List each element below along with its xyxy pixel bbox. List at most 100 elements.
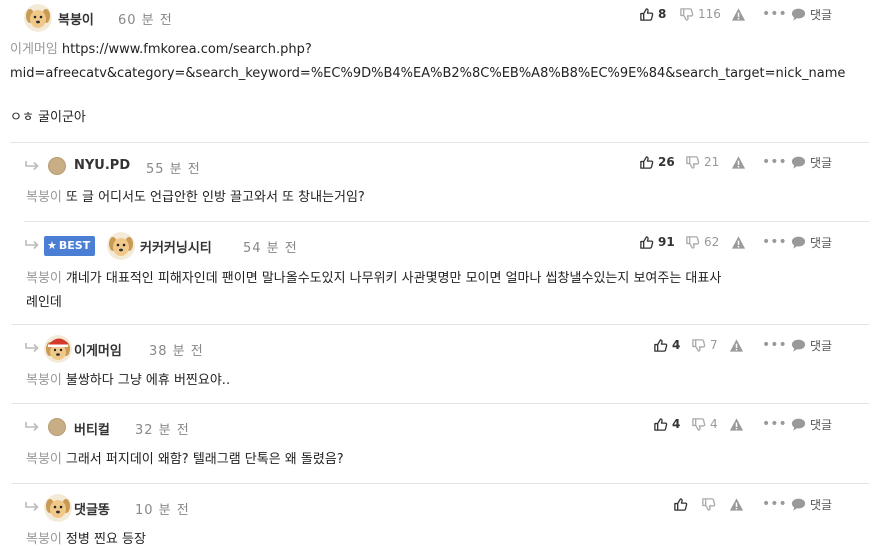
upvote-button[interactable]: 91 <box>639 230 675 254</box>
report-button[interactable] <box>729 492 744 516</box>
comment-author[interactable]: 커커커닝시티 <box>140 237 212 256</box>
comment-text[interactable]: https://www.fmkorea.com/search.php? <box>62 42 312 57</box>
warning-icon <box>731 155 746 170</box>
reply-label: 댓글 <box>810 235 833 250</box>
upvote-count: 4 <box>672 417 681 431</box>
thumb-up-icon <box>639 7 654 22</box>
mention[interactable]: 복붕이 <box>26 373 62 388</box>
reply-arrow-icon <box>24 421 40 433</box>
upvote-button[interactable] <box>673 492 692 516</box>
thumb-down-icon <box>691 338 706 353</box>
divider <box>12 324 869 325</box>
santa-puppy-avatar-icon[interactable] <box>44 335 72 363</box>
comment-author[interactable]: 복붕이 <box>58 9 94 28</box>
downvote-button[interactable]: 4 <box>691 412 718 436</box>
comment-body-line-1: 이게머임 https://www.fmkorea.com/search.php? <box>10 38 312 62</box>
mention[interactable]: 복붕이 <box>26 271 62 286</box>
comment-time: 38 분 전 <box>149 344 204 359</box>
reply-button[interactable]: 댓글 <box>791 2 832 26</box>
reply-button[interactable]: 댓글 <box>791 492 832 516</box>
comment-1: 복붕이 60 분 전 8 116 ••• 댓글 이게머임 https://www.… <box>0 0 869 140</box>
more-options-button[interactable]: ••• <box>762 230 787 254</box>
downvote-button[interactable]: 116 <box>679 2 721 26</box>
comment-5: 버티컬 32 분 전 4 4 ••• 댓글 복붕이 그래서 퍼지데이 왜함? 텔래… <box>0 411 869 481</box>
speech-bubble-icon <box>791 497 806 512</box>
downvote-button[interactable]: 7 <box>691 333 718 357</box>
comment-body-line-2[interactable]: mid=afreecatv&category=&search_keyword=%… <box>10 62 845 86</box>
downvote-count: 62 <box>704 235 720 249</box>
comment-body-line-2: 례인데 <box>26 295 62 310</box>
comment-3: ★ BEST 커커커닝시티 54 분 전 91 62 ••• 댓글 복붕이 걔네가 … <box>0 228 869 322</box>
thumb-up-icon <box>639 235 654 250</box>
reply-label: 댓글 <box>810 155 833 170</box>
thumb-up-icon <box>653 417 668 432</box>
puppy-avatar-icon[interactable] <box>24 4 52 32</box>
downvote-count: 21 <box>704 155 720 169</box>
thumb-down-icon <box>701 497 716 512</box>
warning-icon <box>731 235 746 250</box>
comment-actions: 4 4 ••• 댓글 <box>639 412 869 436</box>
divider <box>24 221 869 222</box>
avatar[interactable] <box>48 157 66 175</box>
upvote-button[interactable]: 26 <box>639 150 675 174</box>
comment-time: 55 분 전 <box>146 162 201 177</box>
reply-button[interactable]: 댓글 <box>791 412 832 436</box>
comment-body: 복붕이 또 글 어디서도 언급안한 인방 끌고와서 또 창내는거임? <box>26 186 365 210</box>
downvote-count: 4 <box>710 417 718 431</box>
thumb-up-icon <box>653 338 668 353</box>
upvote-button[interactable]: 4 <box>653 412 680 436</box>
more-options-button[interactable]: ••• <box>762 2 787 26</box>
downvote-button[interactable]: 21 <box>685 150 719 174</box>
comment-text: 정병 찐요 등장 <box>65 532 146 547</box>
upvote-button[interactable]: 4 <box>653 333 680 357</box>
puppy-avatar-icon[interactable] <box>107 232 135 260</box>
mention[interactable]: 복붕이 <box>26 452 62 467</box>
upvote-count: 26 <box>658 155 675 169</box>
reply-arrow-icon <box>24 342 40 354</box>
speech-bubble-icon <box>791 155 806 170</box>
puppy-avatar-icon[interactable] <box>44 494 72 522</box>
comment-author[interactable]: 버티컬 <box>74 419 110 438</box>
reply-button[interactable]: 댓글 <box>791 230 832 254</box>
reply-button[interactable]: 댓글 <box>791 333 832 357</box>
comment-2: NYU.PD 55 분 전 26 21 ••• 댓글 복붕이 또 글 어디서도 언… <box>0 150 869 220</box>
thumb-down-icon <box>679 7 694 22</box>
warning-icon <box>729 338 744 353</box>
comment-time: 32 분 전 <box>135 423 190 438</box>
upvote-button[interactable]: 8 <box>639 2 666 26</box>
report-button[interactable] <box>731 2 746 26</box>
mention[interactable]: 복붕이 <box>26 532 62 547</box>
comment-body: 복붕이 걔네가 대표적인 피해자인데 팬이면 말나올수도있지 나무위키 사관몇명만… <box>26 267 721 291</box>
reply-label: 댓글 <box>810 417 833 432</box>
comment-text: 불쌍하다 그냥 에휴 버찐요야.. <box>65 373 231 388</box>
thumb-down-icon <box>691 417 706 432</box>
upvote-count: 91 <box>658 235 675 249</box>
speech-bubble-icon <box>791 7 806 22</box>
report-button[interactable] <box>731 230 746 254</box>
comment-author[interactable]: 댓글똥 <box>74 499 110 518</box>
report-button[interactable] <box>729 333 744 357</box>
divider <box>12 403 869 404</box>
thumb-down-icon <box>685 155 700 170</box>
upvote-count: 4 <box>672 338 681 352</box>
reply-label: 댓글 <box>810 7 833 22</box>
comment-4: 이게머임 38 분 전 4 7 ••• 댓글 복붕이 불쌍하다 그냥 에휴 버찐요… <box>0 332 869 402</box>
avatar[interactable] <box>48 418 66 436</box>
comment-time: 10 분 전 <box>135 503 190 518</box>
downvote-button[interactable]: 62 <box>685 230 719 254</box>
report-button[interactable] <box>729 412 744 436</box>
comment-author[interactable]: NYU.PD <box>74 158 130 173</box>
report-button[interactable] <box>731 150 746 174</box>
more-options-button[interactable]: ••• <box>762 492 787 516</box>
comment-author[interactable]: 이게머임 <box>74 340 122 359</box>
downvote-button[interactable] <box>701 492 720 516</box>
mention[interactable]: 복붕이 <box>26 190 62 205</box>
more-options-button[interactable]: ••• <box>762 333 787 357</box>
more-options-button[interactable]: ••• <box>762 150 787 174</box>
warning-icon <box>729 417 744 432</box>
comment-body-line-3: ㅇㅎ 굴이군아 <box>10 110 86 125</box>
thumb-down-icon <box>685 235 700 250</box>
mention[interactable]: 이게머임 <box>10 42 58 57</box>
reply-button[interactable]: 댓글 <box>791 150 832 174</box>
more-options-button[interactable]: ••• <box>762 412 787 436</box>
